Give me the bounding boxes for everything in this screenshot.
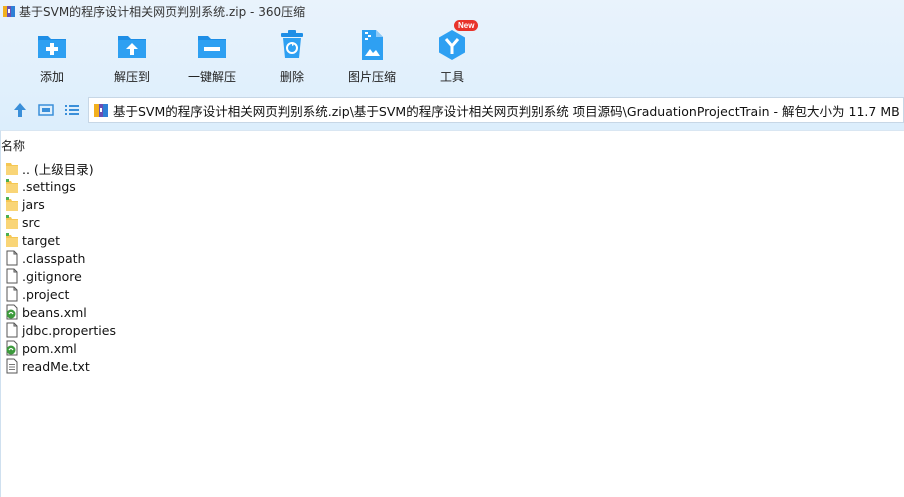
file-name: target [22, 232, 61, 248]
folder-icon [6, 179, 18, 193]
file-row[interactable]: jars [5, 195, 116, 213]
file-icon [6, 322, 18, 338]
file-row[interactable]: target [5, 231, 116, 249]
extract-to-icon [118, 36, 146, 58]
file-row[interactable]: .gitignore [5, 267, 116, 285]
delete-button[interactable]: 删除 [252, 26, 332, 88]
add-icon [38, 36, 66, 58]
add-button[interactable]: 添加 [12, 26, 92, 88]
file-row[interactable]: .settings [5, 177, 116, 195]
one-click-extract-label: 一键解压 [187, 70, 236, 84]
add-label: 添加 [39, 70, 64, 84]
image-compress-button[interactable]: 图片压缩 [332, 26, 412, 88]
file-name: jdbc.properties [22, 322, 116, 338]
file-row[interactable]: beans.xml [5, 303, 116, 321]
one-click-extract-button[interactable]: 一键解压 [172, 26, 252, 88]
tools-icon [439, 30, 465, 60]
file-row[interactable]: src [5, 213, 116, 231]
archive-app-icon [3, 6, 15, 17]
up-arrow-icon[interactable] [10, 100, 30, 120]
file-row[interactable]: readMe.txt [5, 357, 116, 375]
file-name: beans.xml [22, 304, 87, 320]
delete-icon [281, 30, 303, 58]
file-row[interactable]: .. (上级目录) [5, 159, 116, 177]
folder-icon [6, 233, 18, 247]
column-header-name[interactable]: 名称 [1, 137, 25, 154]
delete-label: 删除 [279, 70, 304, 84]
file-name: .settings [22, 178, 76, 194]
file-name: pom.xml [22, 340, 77, 356]
file-name: readMe.txt [22, 358, 90, 374]
title-bar: 基于SVM的程序设计相关网页判别系统.zip - 360压缩 [0, 0, 904, 22]
file-name: .. (上级目录) [22, 161, 94, 177]
image-compress-icon [362, 30, 383, 60]
file-row[interactable]: .classpath [5, 249, 116, 267]
tools-button[interactable]: 工具 [412, 26, 492, 88]
file-icon [6, 250, 18, 266]
file-list: .. (上级目录) .settings jars src target .classpat… [5, 159, 116, 375]
folder-icon [6, 163, 18, 175]
file-icon [6, 286, 18, 302]
image-compress-label: 图片压缩 [347, 70, 396, 84]
address-path: 基于SVM的程序设计相关网页判别系统.zip\基于SVM的程序设计相关网页判别系… [113, 103, 900, 119]
xml-file-icon [6, 304, 18, 320]
file-name: jars [22, 196, 45, 212]
window-title: 基于SVM的程序设计相关网页判别系统.zip - 360压缩 [19, 4, 306, 19]
tools-label: 工具 [439, 70, 464, 84]
folder-icon [6, 215, 18, 229]
file-row[interactable]: jdbc.properties [5, 321, 116, 339]
address-bar[interactable]: 基于SVM的程序设计相关网页判别系统.zip\基于SVM的程序设计相关网页判别系… [88, 97, 904, 123]
folder-icon [6, 197, 18, 211]
file-name: .classpath [22, 250, 86, 266]
xml-file-icon [6, 340, 18, 356]
file-name: .gitignore [22, 268, 82, 284]
file-row[interactable]: pom.xml [5, 339, 116, 357]
file-list-panel: 名称 .. (上级目录) .settings jars src target .class… [0, 130, 904, 497]
toolbar: New 添加 解压到 一键解压 删除 图片压缩 工具 [0, 20, 904, 90]
thumbnail-view-icon[interactable] [36, 100, 56, 120]
file-row[interactable]: .project [5, 285, 116, 303]
one-click-extract-icon [198, 36, 226, 58]
extract-to-button[interactable]: 解压到 [92, 26, 172, 88]
file-name: src [22, 214, 41, 230]
archive-icon [94, 104, 108, 117]
top-area: 基于SVM的程序设计相关网页判别系统.zip - 360压缩 New 添加 解压… [0, 0, 904, 130]
file-icon [6, 268, 18, 284]
text-file-icon [6, 358, 18, 374]
list-view-icon[interactable] [62, 100, 82, 120]
extract-to-label: 解压到 [113, 70, 150, 84]
navigation-row: 基于SVM的程序设计相关网页判别系统.zip\基于SVM的程序设计相关网页判别系… [0, 96, 904, 124]
file-name: .project [22, 286, 70, 302]
